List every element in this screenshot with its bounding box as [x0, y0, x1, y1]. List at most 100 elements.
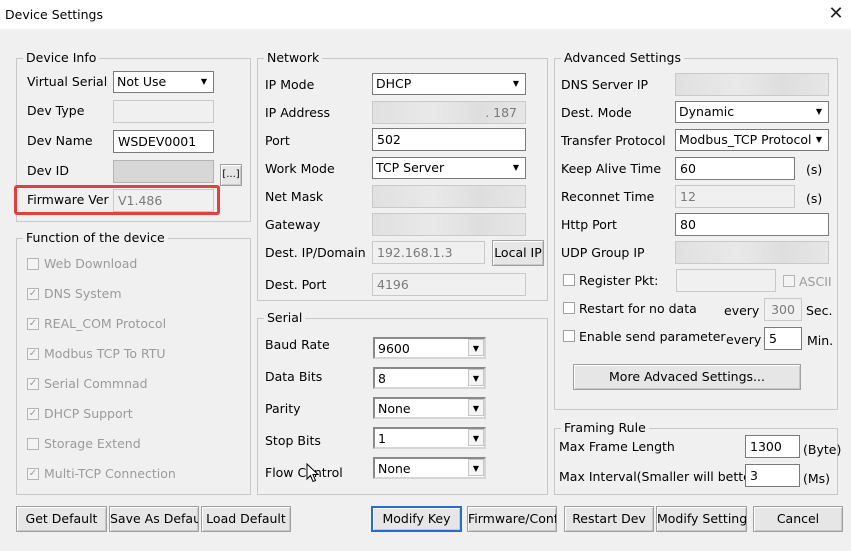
- max-frame-label: Max Frame Length: [559, 439, 675, 454]
- function-checkbox[interactable]: ✓: [27, 348, 39, 360]
- restart-seconds-field[interactable]: 300: [764, 298, 802, 321]
- ip-address-field[interactable]: . 187: [372, 101, 526, 124]
- net-mask-field[interactable]: [372, 185, 526, 208]
- function-checkbox[interactable]: ✓: [27, 318, 39, 330]
- parity-select[interactable]: None ▼: [373, 397, 486, 419]
- baud-rate-label: Baud Rate: [265, 337, 330, 352]
- dest-port-field[interactable]: 4196: [372, 273, 526, 296]
- dest-ip-field[interactable]: 192.168.1.3: [372, 241, 485, 264]
- chevron-down-icon: ▼: [196, 73, 212, 91]
- register-pkt-label: Register Pkt:: [579, 273, 659, 288]
- dev-id-field[interactable]: [113, 160, 214, 183]
- gateway-label: Gateway: [265, 217, 321, 232]
- dev-type-label: Dev Type: [27, 103, 85, 118]
- save-as-default-button[interactable]: Save As Default: [109, 506, 199, 532]
- restart-unit: Sec.: [806, 303, 833, 318]
- max-interval-field[interactable]: 3: [745, 464, 800, 487]
- get-default-button[interactable]: Get Default: [16, 506, 107, 532]
- ip-address-label: IP Address: [265, 105, 330, 120]
- reconnect-unit: (s): [806, 191, 823, 206]
- keep-alive-field[interactable]: 60: [675, 157, 795, 180]
- close-icon[interactable]: ✕: [826, 3, 846, 25]
- load-default-button[interactable]: Load Default: [201, 506, 291, 532]
- local-ip-button[interactable]: Local IP: [492, 240, 544, 266]
- function-checkbox[interactable]: ✓: [27, 288, 39, 300]
- reconnect-field[interactable]: 12: [675, 185, 795, 208]
- ascii-checkbox[interactable]: [783, 275, 795, 287]
- mouse-pointer-icon: [306, 463, 320, 483]
- work-mode-select[interactable]: TCP Server ▼: [372, 157, 526, 179]
- flow-control-label: Flow Control: [265, 465, 343, 480]
- max-frame-field[interactable]: 1300: [745, 435, 800, 458]
- check-icon: ✓: [28, 378, 38, 389]
- work-mode-label: Work Mode: [265, 161, 335, 176]
- data-bits-select[interactable]: 8 ▼: [373, 367, 486, 389]
- register-pkt-field[interactable]: [676, 269, 776, 292]
- function-label: Web Download: [44, 256, 138, 271]
- port-field[interactable]: 502: [372, 128, 526, 151]
- enable-send-checkbox[interactable]: [563, 330, 575, 342]
- check-icon: ✓: [28, 348, 38, 359]
- http-port-field[interactable]: 80: [675, 213, 829, 236]
- firmware-config-button[interactable]: Firmware/Config: [467, 506, 557, 532]
- dest-mode-value: Dynamic: [679, 104, 735, 119]
- function-label: Storage Extend: [44, 436, 141, 451]
- enable-minutes-field[interactable]: 5: [764, 327, 802, 350]
- ascii-label: ASCII: [799, 274, 832, 289]
- flow-control-select[interactable]: None ▼: [373, 457, 486, 479]
- dev-name-label: Dev Name: [27, 133, 93, 148]
- virtual-serial-value: Not Use: [117, 74, 167, 89]
- more-advanced-settings-button[interactable]: More Advaced Settings...: [573, 364, 801, 390]
- ip-mode-select[interactable]: DHCP ▼: [372, 73, 526, 95]
- function-label: DHCP Support: [44, 406, 133, 421]
- keep-alive-unit: (s): [806, 162, 823, 177]
- function-label: Serial Commnad: [44, 376, 148, 391]
- enable-every-label: every: [726, 332, 762, 347]
- check-icon: ✓: [28, 288, 38, 299]
- register-pkt-checkbox[interactable]: [563, 274, 575, 286]
- window-title: Device Settings: [5, 7, 103, 22]
- advanced-title: Advanced Settings: [561, 50, 684, 66]
- data-bits-value: 8: [378, 371, 386, 386]
- chevron-down-icon: ▼: [468, 459, 484, 476]
- function-checkbox[interactable]: [27, 438, 39, 450]
- function-checkbox[interactable]: ✓: [27, 468, 39, 480]
- chevron-down-icon: ▼: [508, 75, 524, 93]
- modify-setting-button[interactable]: Modify Setting: [656, 506, 747, 532]
- gateway-field[interactable]: [372, 213, 526, 236]
- dest-mode-select[interactable]: Dynamic ▼: [675, 101, 829, 123]
- dev-name-field[interactable]: WSDEV0001: [113, 130, 214, 153]
- check-icon: ✓: [28, 318, 38, 329]
- stop-bits-select[interactable]: 1 ▼: [373, 427, 486, 449]
- function-label: REAL_COM Protocol: [44, 316, 167, 331]
- dest-mode-label: Dest. Mode: [561, 105, 632, 120]
- dest-ip-label: Dest. IP/Domain: [265, 245, 366, 260]
- dns-server-field[interactable]: [675, 73, 829, 96]
- dev-type-field[interactable]: [113, 100, 214, 123]
- function-label: Multi-TCP Connection: [44, 466, 176, 481]
- function-checkbox[interactable]: ✓: [27, 408, 39, 420]
- restart-no-data-checkbox[interactable]: [563, 302, 575, 314]
- virtual-serial-select[interactable]: Not Use ▼: [113, 71, 214, 93]
- chevron-down-icon: ▼: [468, 399, 484, 416]
- dest-port-label: Dest. Port: [265, 277, 327, 292]
- firmware-highlight-box: [14, 185, 220, 215]
- check-icon: ✓: [28, 408, 38, 419]
- function-checkbox[interactable]: ✓: [27, 378, 39, 390]
- modify-key-button[interactable]: Modify Key: [371, 506, 462, 532]
- chevron-down-icon: ▼: [468, 429, 484, 446]
- function-checkbox[interactable]: [27, 258, 39, 270]
- cancel-button[interactable]: Cancel: [753, 506, 843, 532]
- ip-mode-label: IP Mode: [265, 77, 315, 92]
- dev-id-browse-button[interactable]: [...]: [220, 164, 242, 186]
- virtual-serial-label: Virtual Serial: [27, 74, 108, 89]
- baud-rate-select[interactable]: 9600 ▼: [373, 337, 486, 359]
- restart-dev-button[interactable]: Restart Dev: [564, 506, 654, 532]
- transfer-protocol-select[interactable]: Modbus_TCP Protocol ▼: [675, 129, 829, 151]
- enable-send-label: Enable send parameter: [579, 329, 726, 344]
- chevron-down-icon: ▼: [811, 131, 827, 149]
- udp-group-field[interactable]: [675, 241, 829, 264]
- function-label: DNS System: [44, 286, 122, 301]
- stop-bits-value: 1: [378, 431, 386, 446]
- enable-unit: Min.: [807, 333, 834, 348]
